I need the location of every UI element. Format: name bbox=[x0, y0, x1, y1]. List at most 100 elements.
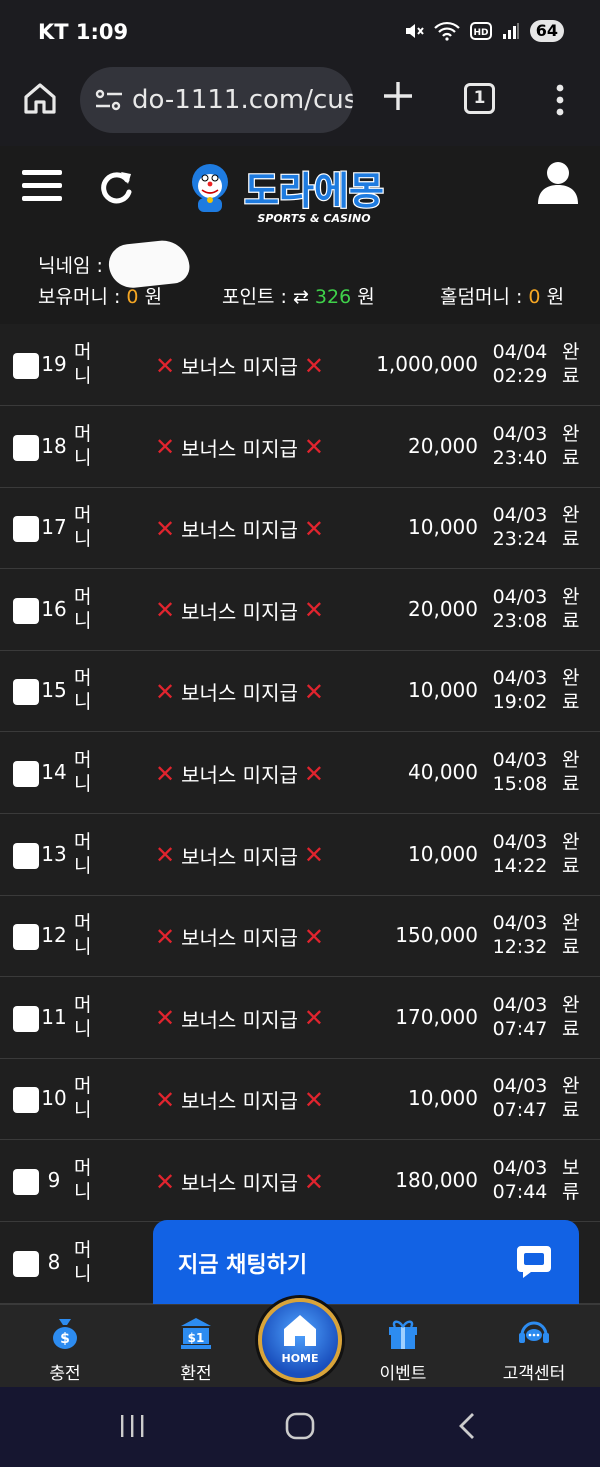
row-checkbox[interactable] bbox=[13, 924, 39, 951]
svg-text:$1: $1 bbox=[188, 1331, 205, 1345]
row-checkbox[interactable] bbox=[13, 679, 39, 706]
row-amount: 10,000 bbox=[408, 1086, 478, 1111]
nav-deposit[interactable]: $ 충전 bbox=[5, 1305, 125, 1388]
cross-mark-icon: ✕ bbox=[155, 1167, 176, 1196]
row-date: 04/03 bbox=[492, 912, 548, 935]
row-checkbox[interactable] bbox=[13, 516, 39, 543]
site-settings-icon[interactable] bbox=[94, 88, 124, 112]
row-amount: 20,000 bbox=[408, 433, 478, 458]
exchange-icon[interactable]: ⇄ bbox=[293, 286, 309, 308]
transaction-row[interactable]: 13 머니 ✕ 보너스 미지급 ✕ 10,000 04/03 14:22 완료 bbox=[0, 814, 600, 896]
user-profile-icon[interactable] bbox=[537, 160, 579, 206]
row-checkbox[interactable] bbox=[13, 1087, 39, 1114]
wifi-icon bbox=[433, 21, 460, 41]
chat-bubble-icon[interactable] bbox=[515, 1242, 553, 1280]
row-number: 8 bbox=[47, 1249, 61, 1274]
transaction-row[interactable]: 14 머니 ✕ 보너스 미지급 ✕ 40,000 04/03 15:08 완료 bbox=[0, 732, 600, 814]
transaction-row[interactable]: 12 머니 ✕ 보너스 미지급 ✕ 150,000 04/03 12:32 완료 bbox=[0, 895, 600, 978]
nav-home-label[interactable]: HOME bbox=[262, 1352, 338, 1365]
row-checkbox[interactable] bbox=[13, 1169, 39, 1195]
row-checkbox[interactable] bbox=[13, 842, 39, 869]
bonus-text: 보너스 미지급 bbox=[181, 599, 298, 624]
row-checkbox[interactable] bbox=[13, 761, 39, 787]
cross-mark-icon: ✕ bbox=[155, 1085, 176, 1114]
bonus-text: 보너스 미지급 bbox=[181, 355, 298, 379]
row-status: 완료 bbox=[562, 585, 580, 632]
row-date: 04/04 bbox=[492, 341, 548, 363]
row-amount: 10,000 bbox=[408, 841, 478, 866]
transaction-row[interactable]: 18 머니 ✕ 보너스 미지급 ✕ 20,000 04/03 23:40 완료 bbox=[0, 406, 600, 488]
row-datetime: 04/03 12:32 bbox=[484, 911, 556, 959]
nav-event-label[interactable]: 이벤트 bbox=[343, 1359, 463, 1384]
bonus-text: 보너스 미지급 bbox=[181, 518, 298, 543]
tab-switcher-button[interactable]: 1 bbox=[464, 83, 495, 114]
money-label: 보유머니 : bbox=[38, 286, 121, 308]
row-bonus: ✕ 보너스 미지급 ✕ bbox=[155, 841, 324, 870]
row-checkbox[interactable] bbox=[13, 597, 39, 624]
point-balance: 포인트 : ⇄ 326 원 bbox=[222, 282, 375, 309]
recent-apps-icon[interactable] bbox=[118, 1413, 148, 1439]
transaction-row[interactable]: 17 머니 ✕ 보너스 미지급 ✕ 10,000 04/03 23:24 완료 bbox=[0, 487, 600, 570]
bonus-text: 보너스 미지급 bbox=[181, 681, 298, 706]
row-number: 19 bbox=[41, 352, 67, 376]
site-logo[interactable]: 도라에몽 SPORTS & CASINO bbox=[188, 156, 414, 228]
row-status: 완료 bbox=[562, 1075, 580, 1122]
transaction-row[interactable]: 11 머니 ✕ 보너스 미지급 ✕ 170,000 04/03 07:47 완료 bbox=[0, 977, 600, 1059]
chat-label[interactable]: 지금 채팅하기 bbox=[178, 1247, 307, 1279]
nav-support-label[interactable]: 고객센터 bbox=[474, 1359, 594, 1384]
live-chat-button[interactable]: 지금 채팅하기 bbox=[153, 1220, 579, 1304]
row-status: 보류 bbox=[562, 1157, 580, 1203]
cross-mark-icon: ✕ bbox=[155, 1004, 176, 1033]
row-checkbox[interactable] bbox=[13, 434, 39, 461]
nav-deposit-label[interactable]: 충전 bbox=[5, 1359, 125, 1384]
row-status: 완료 bbox=[562, 667, 580, 714]
row-amount: 20,000 bbox=[408, 596, 478, 621]
row-amount: 150,000 bbox=[395, 923, 478, 948]
transaction-row[interactable]: 19 머니 ✕ 보너스 미지급 ✕ 1,000,000 04/04 02:29 완료 bbox=[0, 324, 600, 406]
row-checkbox[interactable] bbox=[13, 1005, 39, 1032]
transaction-row[interactable]: 15 머니 ✕ 보너스 미지급 ✕ 10,000 04/03 19:02 완료 bbox=[0, 650, 600, 733]
row-status: 완료 bbox=[562, 341, 580, 387]
cross-mark-icon: ✕ bbox=[303, 841, 324, 870]
row-datetime: 04/03 23:40 bbox=[484, 422, 556, 470]
address-bar[interactable]: do-1111.com/custo bbox=[80, 67, 353, 133]
row-bonus: ✕ 보너스 미지급 ✕ bbox=[155, 1004, 324, 1033]
system-home-icon[interactable] bbox=[284, 1411, 316, 1441]
nav-home-button[interactable]: HOME bbox=[258, 1298, 342, 1382]
more-menu-icon[interactable] bbox=[548, 80, 572, 120]
hamburger-menu-icon[interactable] bbox=[22, 168, 62, 204]
row-status: 완료 bbox=[562, 993, 580, 1040]
nav-event[interactable]: 이벤트 bbox=[343, 1305, 463, 1388]
row-number: 16 bbox=[41, 596, 67, 621]
row-date: 04/03 bbox=[492, 422, 548, 445]
row-checkbox[interactable] bbox=[13, 1250, 39, 1277]
cross-mark-icon: ✕ bbox=[303, 351, 324, 380]
refresh-icon[interactable] bbox=[97, 168, 135, 206]
transaction-list[interactable]: 19 머니 ✕ 보너스 미지급 ✕ 1,000,000 04/04 02:29 완료 18 머니 ✕ 보… bbox=[0, 324, 600, 1304]
nav-support[interactable]: 고객센터 bbox=[474, 1305, 594, 1388]
back-icon[interactable] bbox=[455, 1411, 481, 1441]
row-type: 머니 bbox=[74, 830, 92, 877]
logo-wordmark: 도라에몽 bbox=[244, 169, 384, 213]
cross-mark-icon: ✕ bbox=[155, 759, 176, 788]
row-amount: 1,000,000 bbox=[376, 352, 478, 376]
transaction-row[interactable]: 9 머니 ✕ 보너스 미지급 ✕ 180,000 04/03 07:44 보류 bbox=[0, 1140, 600, 1222]
row-time: 15:08 bbox=[492, 773, 548, 795]
transaction-row[interactable]: 16 머니 ✕ 보너스 미지급 ✕ 20,000 04/03 23:08 완료 bbox=[0, 569, 600, 651]
cross-mark-icon: ✕ bbox=[303, 514, 324, 543]
row-status: 완료 bbox=[562, 830, 580, 877]
transaction-row[interactable]: 10 머니 ✕ 보너스 미지급 ✕ 10,000 04/03 07:47 완료 bbox=[0, 1058, 600, 1141]
money-value: 0 bbox=[126, 286, 139, 308]
new-tab-icon[interactable] bbox=[378, 76, 418, 116]
nav-withdraw[interactable]: $1 환전 bbox=[136, 1305, 256, 1388]
row-date: 04/03 bbox=[492, 667, 548, 690]
cross-mark-icon: ✕ bbox=[155, 677, 176, 706]
row-checkbox[interactable] bbox=[13, 353, 39, 379]
home-icon[interactable] bbox=[22, 80, 58, 116]
cross-mark-icon: ✕ bbox=[303, 922, 324, 951]
cross-mark-icon: ✕ bbox=[303, 596, 324, 625]
bonus-text: 보너스 미지급 bbox=[181, 1089, 298, 1114]
url-text[interactable]: do-1111.com/custo bbox=[132, 85, 353, 115]
row-time: 02:29 bbox=[492, 365, 548, 387]
nav-withdraw-label[interactable]: 환전 bbox=[136, 1359, 256, 1384]
